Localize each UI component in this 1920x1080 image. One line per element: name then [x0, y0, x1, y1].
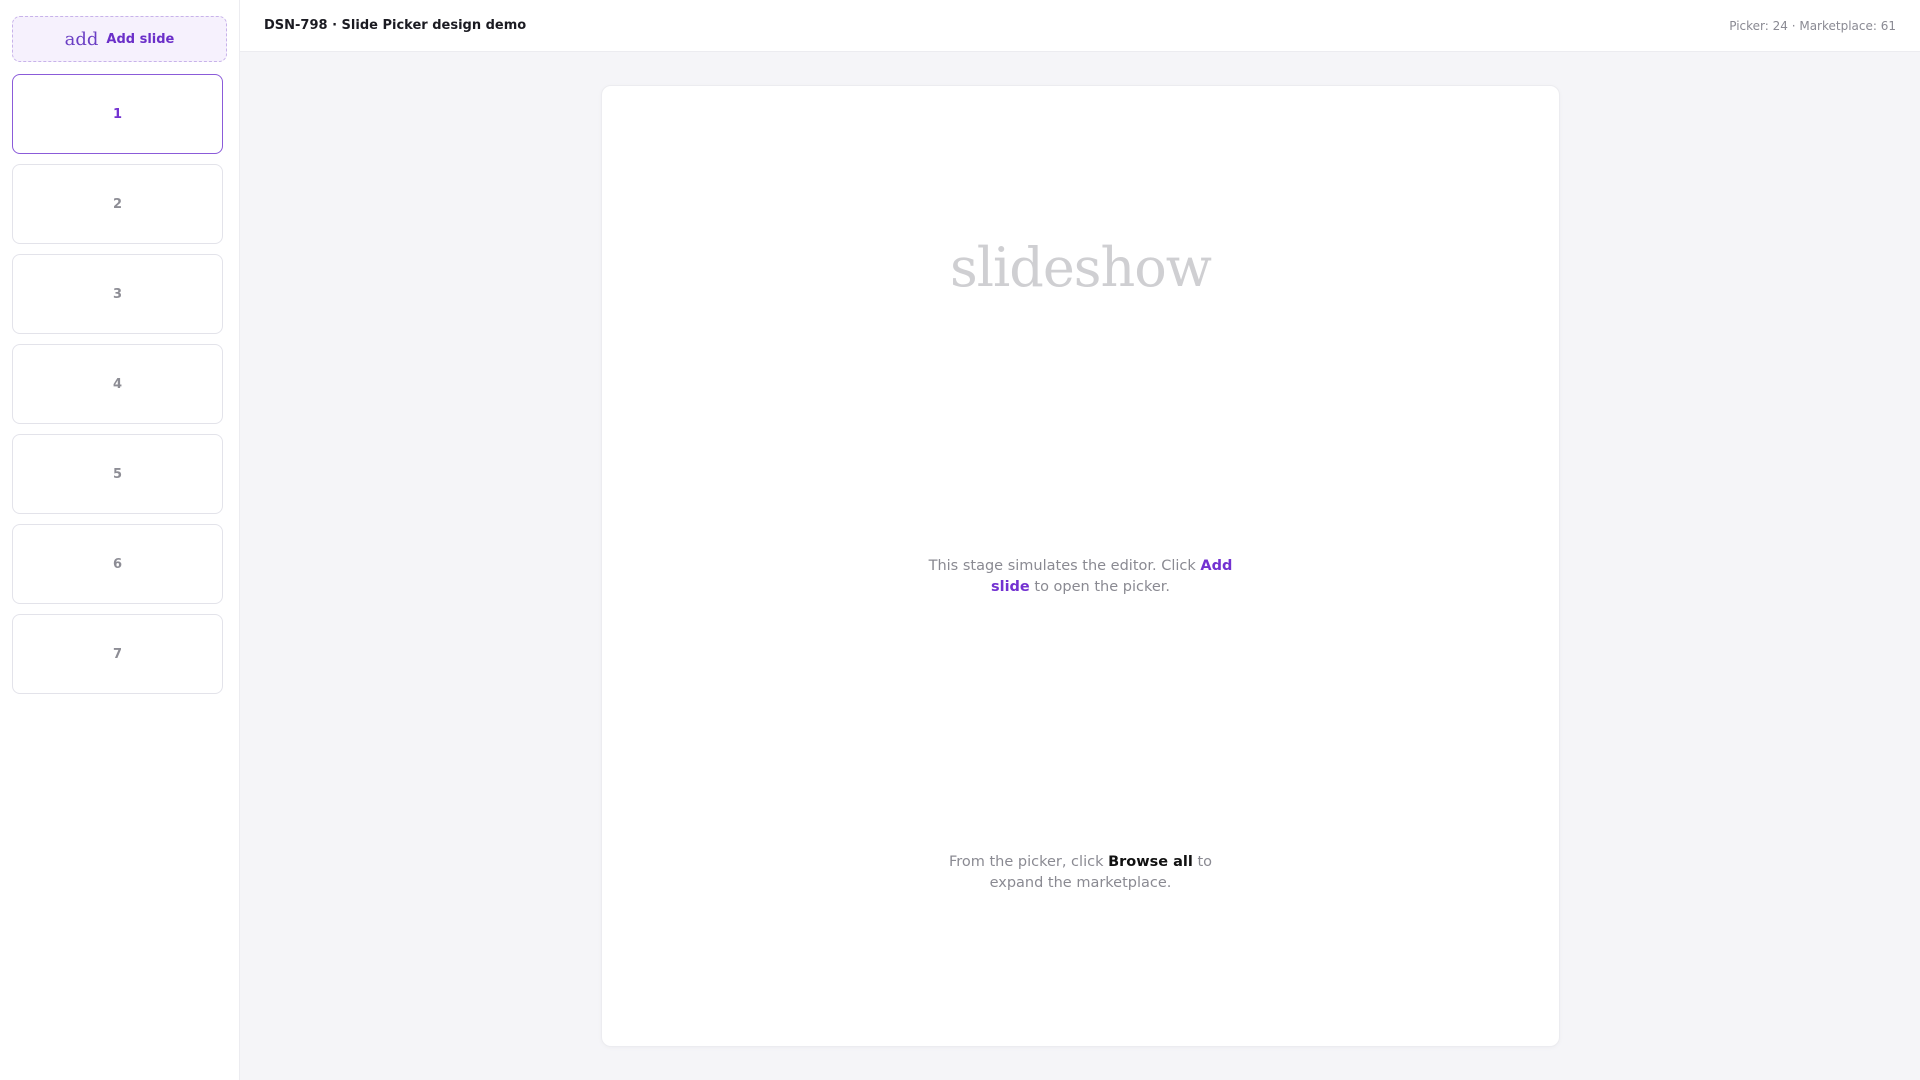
slideshow-wordmark: slideshow — [950, 236, 1212, 299]
app-root: add Add slide 1 2 3 4 5 6 7 DSN-798 · Sl… — [0, 0, 1920, 1080]
add-icon: add — [64, 28, 99, 50]
slide-thumbnail-6[interactable]: 6 — [12, 524, 223, 604]
picker-stats: Picker: 24 · Marketplace: 61 — [1729, 18, 1896, 33]
add-slide-button[interactable]: add Add slide — [12, 16, 227, 62]
stage-area: slideshow This stage simulates the edito… — [240, 52, 1920, 1080]
slide-thumbnail-list: 1 2 3 4 5 6 7 — [12, 74, 227, 694]
slide-thumbnail-1[interactable]: 1 — [12, 74, 223, 154]
slide-thumbnail-5[interactable]: 5 — [12, 434, 223, 514]
main-area: DSN-798 · Slide Picker design demo Picke… — [240, 0, 1920, 1080]
slide-sidebar: add Add slide 1 2 3 4 5 6 7 — [0, 0, 240, 1080]
page-title: DSN-798 · Slide Picker design demo — [264, 18, 527, 33]
slide-thumbnail-4[interactable]: 4 — [12, 344, 223, 424]
editor-stage: slideshow This stage simulates the edito… — [601, 85, 1560, 1047]
slide-thumbnail-7[interactable]: 7 — [12, 614, 223, 694]
hint1-prefix: This stage simulates the editor. Click — [928, 558, 1201, 574]
slide-thumbnail-2[interactable]: 2 — [12, 164, 223, 244]
hint1-suffix: to open the picker. — [1029, 579, 1171, 595]
add-slide-label: Add slide — [106, 31, 175, 47]
hint2-prefix: From the picker, click — [948, 854, 1109, 870]
top-bar: DSN-798 · Slide Picker design demo Picke… — [240, 0, 1920, 52]
slide-thumbnail-3[interactable]: 3 — [12, 254, 223, 334]
stage-hint-add-slide: This stage simulates the editor. Click A… — [602, 556, 1559, 598]
hint2-browse-all-link[interactable]: Browse all — [1108, 854, 1193, 870]
stage-hint-browse-all: From the picker, click Browse all to exp… — [602, 852, 1559, 894]
